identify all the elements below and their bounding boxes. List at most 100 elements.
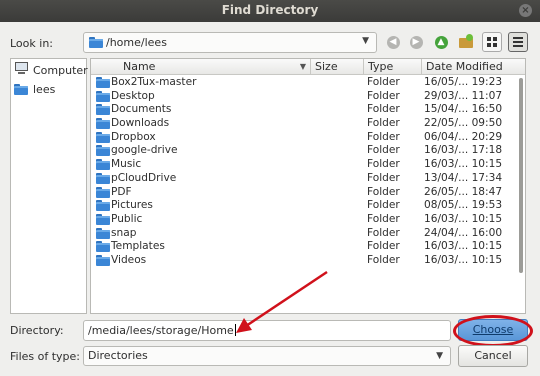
file-type: Folder [367, 240, 400, 253]
table-row[interactable]: Templates Folder 16/03/... 10:15 [91, 240, 525, 254]
file-date: 29/03/... 11:07 [424, 89, 503, 102]
file-date: 16/03/... 17:18 [424, 144, 503, 157]
new-folder-button[interactable] [457, 33, 475, 51]
look-in-label: Look in: [10, 37, 53, 50]
file-date: 16/05/... 19:23 [424, 76, 503, 88]
directory-value: /media/lees/storage/Home [88, 324, 234, 337]
file-type: Folder [367, 103, 400, 116]
chevron-down-icon: ▼ [362, 36, 369, 46]
column-size[interactable]: Size [311, 59, 364, 75]
table-row[interactable]: Desktop Folder 29/03/... 11:07 [91, 90, 525, 104]
list-view-icon [487, 36, 497, 47]
file-type: Folder [367, 76, 400, 88]
folder-icon [96, 172, 110, 184]
cancel-button[interactable]: Cancel [458, 345, 528, 367]
file-type: Folder [367, 171, 400, 184]
look-in-path: /home/lees [106, 36, 167, 49]
file-name: pCloudDrive [111, 171, 177, 184]
annotation-circle [453, 315, 533, 347]
directory-label: Directory: [10, 324, 64, 337]
table-row[interactable]: Dropbox Folder 06/04/... 20:29 [91, 131, 525, 145]
window-title: Find Directory [221, 3, 319, 17]
column-name-label: Name [123, 60, 156, 73]
table-row[interactable]: PDF Folder 26/05/... 18:47 [91, 186, 525, 200]
new-folder-icon [459, 34, 473, 48]
folder-icon [96, 213, 110, 225]
detail-view-button[interactable] [508, 32, 528, 52]
folder-icon [96, 77, 110, 88]
sort-arrow-icon: ▼ [299, 62, 306, 71]
back-icon: ◀ [386, 35, 400, 49]
table-row[interactable]: Music Folder 16/03/... 10:15 [91, 158, 525, 172]
file-name: Downloads [111, 117, 170, 130]
column-header: Name ▼ Size Type Date Modified [91, 59, 525, 75]
file-type: Folder [367, 144, 400, 157]
file-type: Folder [367, 89, 400, 102]
file-date: 06/04/... 20:29 [424, 130, 503, 143]
detail-view-icon [513, 36, 523, 47]
sidebar-item-computer[interactable]: Computer [14, 62, 88, 80]
table-row[interactable]: Documents Folder 15/04/... 16:50 [91, 103, 525, 117]
file-name: Music [111, 158, 142, 171]
table-row[interactable]: Pictures Folder 08/05/... 19:53 [91, 199, 525, 213]
file-date: 15/04/... 16:50 [424, 103, 503, 116]
file-name: PDF [111, 185, 132, 198]
folder-icon [96, 90, 110, 102]
vertical-scrollbar[interactable] [517, 76, 525, 313]
forward-icon: ▶ [409, 35, 423, 49]
up-button[interactable]: ▲ [432, 33, 450, 51]
file-name: snap [111, 226, 137, 239]
table-row[interactable]: Downloads Folder 22/05/... 09:50 [91, 117, 525, 131]
file-date: 16/03/... 10:15 [424, 158, 503, 171]
file-type: Folder [367, 253, 400, 266]
list-view-button[interactable] [482, 32, 502, 52]
file-date: 26/05/... 18:47 [424, 185, 503, 198]
file-date: 16/03/... 10:15 [424, 212, 503, 225]
directory-input[interactable]: /media/lees/storage/Home [83, 320, 451, 341]
files-of-type-combo[interactable]: Directories ▼ [83, 346, 451, 366]
column-type[interactable]: Type [364, 59, 422, 75]
file-list[interactable]: Name ▼ Size Type Date Modified Box2Tux-m… [90, 58, 526, 314]
file-name: Dropbox [111, 130, 156, 143]
chevron-down-icon: ▼ [436, 351, 443, 361]
file-date: 13/04/... 17:34 [424, 171, 503, 184]
sidebar-item-lees[interactable]: lees [14, 81, 55, 99]
scrollbar-thumb[interactable] [519, 78, 523, 273]
table-row[interactable]: Public Folder 16/03/... 10:15 [91, 213, 525, 227]
table-row[interactable]: snap Folder 24/04/... 16:00 [91, 227, 525, 241]
folder-icon [96, 104, 110, 116]
table-row[interactable]: pCloudDrive Folder 13/04/... 17:34 [91, 172, 525, 186]
sidebar-item-label: lees [33, 83, 56, 96]
file-type: Folder [367, 158, 400, 171]
folder-icon [96, 254, 110, 266]
file-date: 22/05/... 09:50 [424, 117, 503, 130]
file-date: 16/03/... 10:15 [424, 240, 503, 253]
table-row[interactable]: Videos Folder 16/03/... 10:15 [91, 254, 525, 268]
folder-icon [96, 118, 110, 130]
file-name: Templates [111, 240, 165, 253]
file-name: Documents [111, 103, 172, 116]
file-rows: Box2Tux-master Folder 16/05/... 19:23 Deskt… [91, 76, 525, 268]
folder-icon [96, 145, 110, 157]
file-type: Folder [367, 226, 400, 239]
file-type: Folder [367, 130, 400, 143]
folder-icon [96, 241, 110, 253]
look-in-combo[interactable]: /home/lees ▼ [83, 32, 377, 53]
file-date: 24/04/... 16:00 [424, 226, 503, 239]
files-of-type-label: Files of type: [10, 350, 81, 363]
folder-icon [96, 200, 110, 212]
file-name: Videos [111, 253, 147, 266]
folder-icon [96, 159, 110, 171]
column-name[interactable]: Name ▼ [91, 59, 311, 75]
folder-icon [89, 37, 103, 48]
close-icon[interactable]: × [519, 4, 532, 17]
column-date[interactable]: Date Modified [422, 59, 525, 75]
table-row[interactable]: google-drive Folder 16/03/... 17:18 [91, 144, 525, 158]
computer-icon [14, 62, 29, 75]
files-of-type-value: Directories [88, 349, 148, 362]
file-type: Folder [367, 199, 400, 212]
back-button[interactable]: ◀ [384, 33, 402, 51]
forward-button[interactable]: ▶ [407, 33, 425, 51]
sidebar-item-label: Computer [33, 64, 88, 77]
table-row[interactable]: Box2Tux-master Folder 16/05/... 19:23 [91, 76, 525, 90]
